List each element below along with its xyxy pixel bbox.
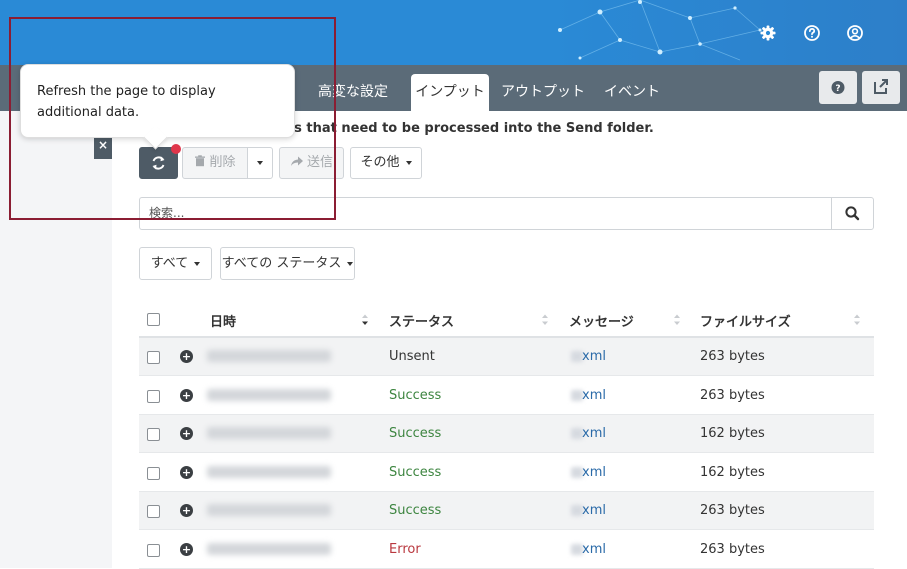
other-actions-dropdown[interactable]: その他 bbox=[350, 147, 422, 179]
row-checkbox[interactable] bbox=[147, 505, 160, 518]
status-text: Success bbox=[389, 388, 442, 403]
filter-status-dropdown[interactable]: すべての ステータス bbox=[220, 247, 355, 280]
other-actions-label: その他 bbox=[360, 155, 400, 170]
status-text: Success bbox=[389, 503, 442, 518]
filter-all-label: すべて bbox=[150, 256, 189, 271]
select-all-checkbox[interactable] bbox=[147, 313, 160, 326]
table-row[interactable]: + Success xml 263 bytes bbox=[139, 377, 874, 415]
tab-event[interactable]: イベント bbox=[596, 74, 668, 111]
file-size: 162 bytes bbox=[700, 465, 765, 480]
table-row[interactable]: + Success xml 162 bytes bbox=[139, 454, 874, 492]
message-link[interactable]: xml bbox=[582, 426, 606, 441]
redacted-datetime bbox=[207, 389, 331, 401]
table-row[interactable]: + Success xml 162 bytes bbox=[139, 415, 874, 453]
row-checkbox[interactable] bbox=[147, 467, 160, 480]
chevron-down-icon bbox=[347, 261, 354, 266]
message-link[interactable]: xml bbox=[582, 349, 606, 364]
status-text: Success bbox=[389, 465, 442, 480]
expand-plus-icon[interactable]: + bbox=[180, 389, 193, 402]
table-row[interactable]: + Error xml 263 bytes bbox=[139, 531, 874, 569]
redacted-datetime bbox=[207, 350, 331, 362]
sort-icon[interactable] bbox=[853, 313, 861, 327]
column-header-datetime[interactable]: 日時 bbox=[210, 311, 236, 330]
expand-plus-icon[interactable]: + bbox=[180, 466, 193, 479]
file-size: 263 bytes bbox=[700, 503, 765, 518]
status-text: Error bbox=[389, 542, 421, 557]
message-link[interactable]: xml bbox=[582, 503, 606, 518]
redacted-datetime bbox=[207, 543, 331, 555]
redacted-datetime bbox=[207, 427, 331, 439]
tab-output[interactable]: アウトプット bbox=[499, 74, 587, 111]
sort-desc-icon[interactable] bbox=[361, 313, 369, 327]
question-circle-icon[interactable] bbox=[803, 24, 821, 42]
tab-input[interactable]: インプット bbox=[411, 74, 489, 111]
row-checkbox[interactable] bbox=[147, 428, 160, 441]
search-button[interactable] bbox=[831, 197, 874, 230]
open-external-button[interactable] bbox=[862, 71, 900, 104]
file-size: 263 bytes bbox=[700, 542, 765, 557]
expand-plus-icon[interactable]: + bbox=[180, 504, 193, 517]
row-checkbox[interactable] bbox=[147, 390, 160, 403]
chevron-down-icon bbox=[194, 261, 201, 266]
message-link[interactable]: xml bbox=[582, 388, 606, 403]
expand-plus-icon[interactable]: + bbox=[180, 427, 193, 440]
help-button[interactable]: ? bbox=[819, 71, 857, 104]
file-size: 263 bytes bbox=[700, 349, 765, 364]
expand-plus-icon[interactable]: + bbox=[180, 543, 193, 556]
status-text: Success bbox=[389, 426, 442, 441]
column-header-filesize[interactable]: ファイルサイズ bbox=[700, 311, 791, 330]
row-checkbox[interactable] bbox=[147, 544, 160, 557]
gear-icon[interactable] bbox=[759, 24, 777, 42]
search-icon bbox=[845, 206, 860, 221]
svg-text:?: ? bbox=[835, 84, 840, 94]
expand-plus-icon[interactable]: + bbox=[180, 350, 193, 363]
redacted-datetime bbox=[207, 466, 331, 478]
column-header-status[interactable]: ステータス bbox=[389, 311, 454, 330]
filter-all-dropdown[interactable]: すべて bbox=[139, 247, 212, 280]
external-link-icon bbox=[874, 79, 888, 94]
table-header: 日時 ステータス メッセージ ファイルサイズ bbox=[139, 302, 874, 338]
table-row[interactable]: + Success xml 263 bytes bbox=[139, 492, 874, 530]
file-size: 162 bytes bbox=[700, 426, 765, 441]
chevron-down-icon bbox=[405, 160, 412, 165]
table-row[interactable]: + Unsent xml 263 bytes bbox=[139, 338, 874, 376]
sort-icon[interactable] bbox=[541, 313, 549, 327]
sort-icon[interactable] bbox=[673, 313, 681, 327]
row-checkbox[interactable] bbox=[147, 351, 160, 364]
column-header-message[interactable]: メッセージ bbox=[569, 311, 634, 330]
message-link[interactable]: xml bbox=[582, 465, 606, 480]
filter-status-label: すべての ステータス bbox=[221, 256, 342, 271]
highlight-frame bbox=[9, 17, 336, 220]
status-text: Unsent bbox=[389, 349, 435, 364]
redacted-datetime bbox=[207, 504, 331, 516]
message-link[interactable]: xml bbox=[582, 542, 606, 557]
help-icon: ? bbox=[831, 81, 845, 94]
user-circle-icon[interactable] bbox=[846, 24, 864, 42]
file-size: 263 bytes bbox=[700, 388, 765, 403]
